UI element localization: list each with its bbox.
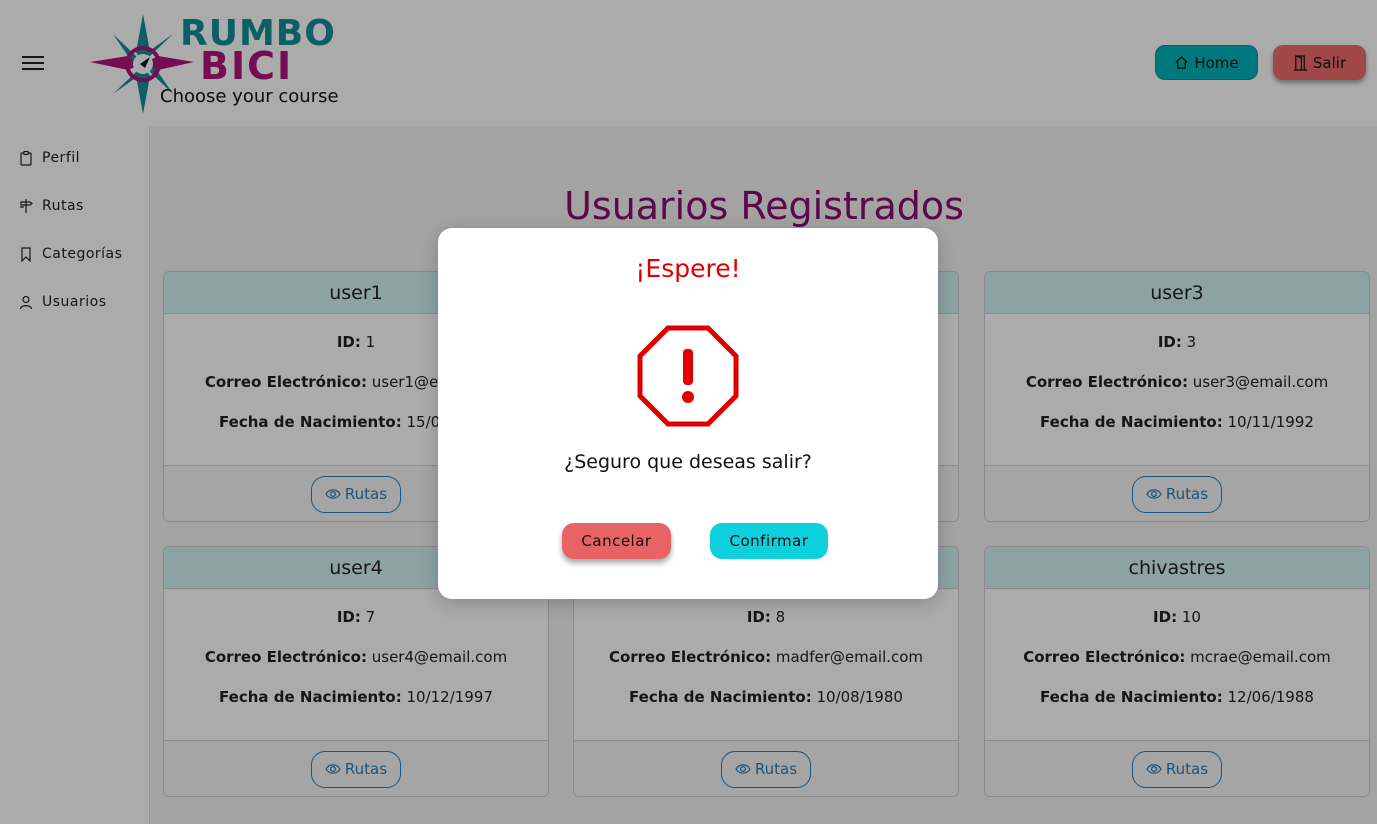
confirm-button[interactable]: Confirmar (710, 523, 828, 559)
confirm-dialog: ¡Espere! ¿Seguro que deseas salir? Cance… (438, 228, 938, 599)
dialog-message: ¿Seguro que deseas salir? (564, 451, 812, 473)
dialog-title: ¡Espere! (635, 254, 741, 283)
warning-icon (637, 325, 739, 431)
cancel-button[interactable]: Cancelar (562, 523, 671, 559)
